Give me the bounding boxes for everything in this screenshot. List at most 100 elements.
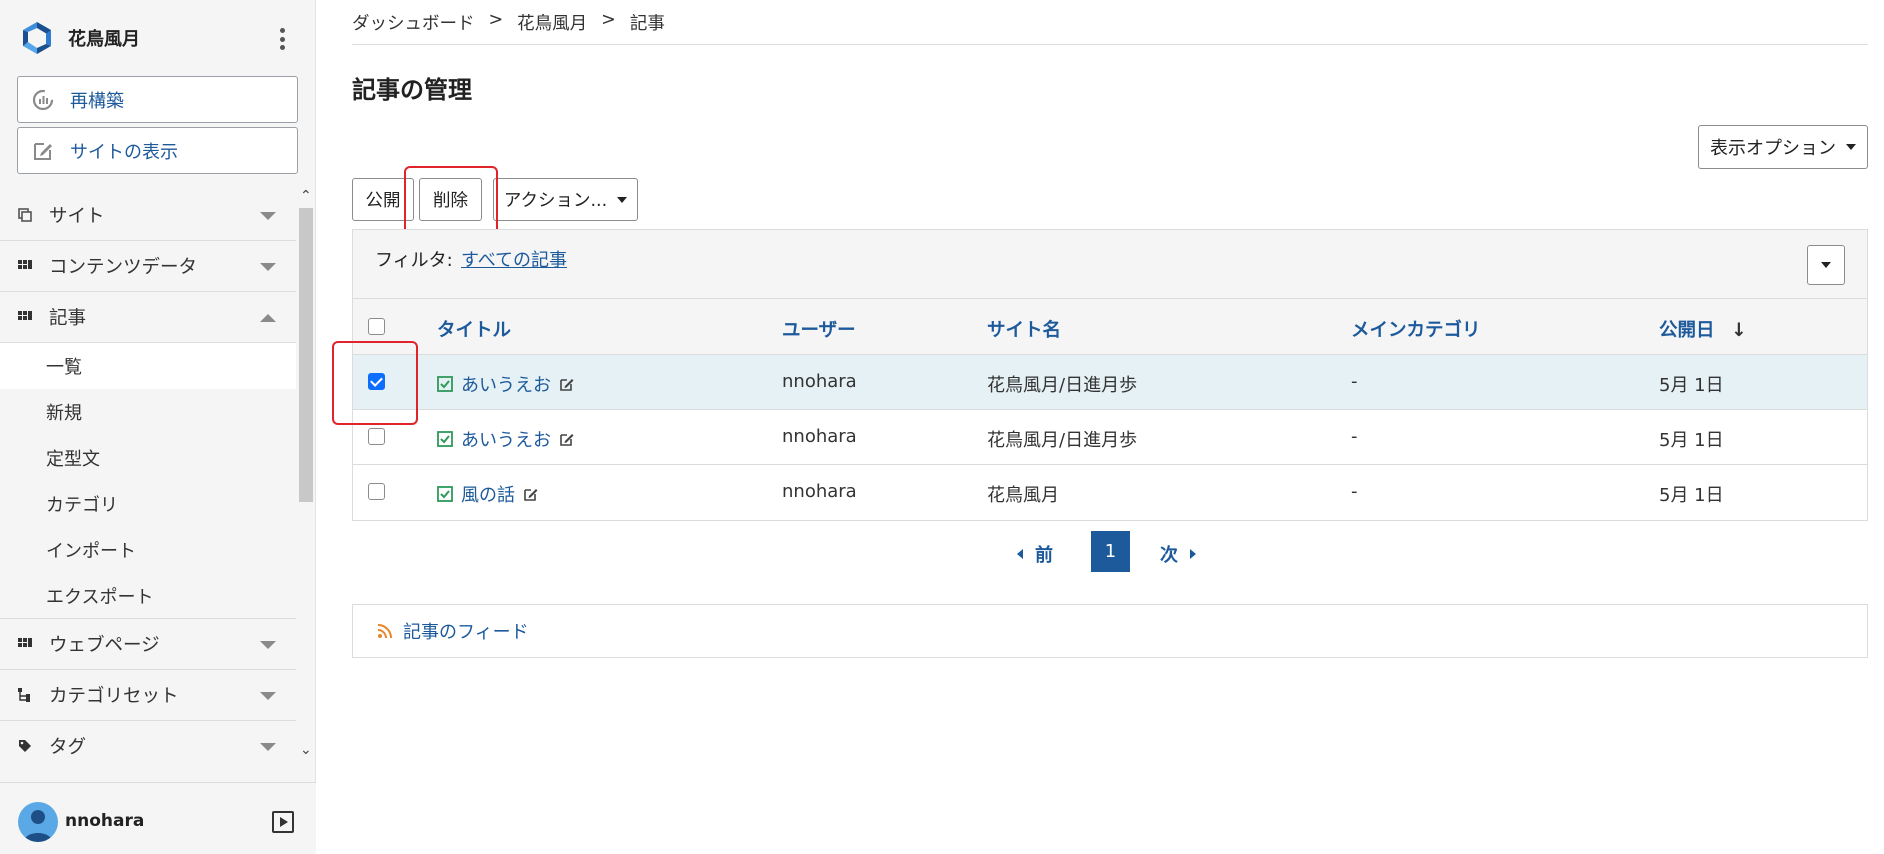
entry-category: - — [1351, 371, 1358, 392]
scroll-down-icon[interactable]: ⌄ — [300, 742, 312, 758]
entry-title: 風の話 — [461, 485, 515, 506]
chevron-down-icon — [260, 743, 276, 751]
scroll-up-icon[interactable]: ⌃ — [300, 188, 312, 204]
breadcrumb-separator: > — [488, 10, 504, 30]
more-actions-button[interactable]: アクション... — [493, 178, 638, 221]
sidebar-subitem-boilerplate[interactable]: 定型文 — [0, 435, 296, 481]
select-all-checkbox[interactable] — [368, 318, 385, 335]
rebuild-label: 再構築 — [70, 90, 124, 112]
table-row[interactable]: あいうえお nnohara 花鳥風月/日進月歩 - 5月 1日 — [353, 355, 1867, 410]
table-row[interactable]: あいうえお nnohara 花鳥風月/日進月歩 - 5月 1日 — [353, 410, 1867, 465]
sidebar-item-category-sets[interactable]: カテゴリセット — [0, 670, 296, 721]
sidebar-subitem-category[interactable]: カテゴリ — [0, 481, 296, 527]
filter-toggle-button[interactable] — [1807, 245, 1845, 285]
sidebar-item-content-data[interactable]: コンテンツデータ — [0, 241, 296, 292]
sidebar-subitem-list[interactable]: 一覧 — [0, 343, 296, 389]
current-page[interactable]: 1 — [1091, 531, 1130, 572]
sidebar-subitem-export[interactable]: エクスポート — [0, 573, 296, 619]
sidebar-subitem-import[interactable]: インポート — [0, 527, 296, 573]
annotation-highlight-checkbox — [332, 341, 418, 425]
content-data-icon — [18, 259, 32, 273]
brand[interactable]: 花鳥風月 — [18, 18, 298, 58]
webpages-icon — [18, 637, 32, 651]
tag-icon — [18, 739, 32, 753]
sidebar-subitem-new[interactable]: 新規 — [0, 389, 296, 435]
sidebar-item-entries[interactable]: 記事 — [0, 292, 296, 343]
edit-square-icon — [30, 138, 56, 164]
chevron-down-icon — [260, 692, 276, 700]
column-header-date-label: 公開日 — [1659, 320, 1715, 341]
view-site-label: サイトの表示 — [70, 141, 178, 163]
entries-icon — [18, 310, 32, 324]
scrollbar-thumb[interactable] — [299, 208, 313, 502]
sidebar-item-tags[interactable]: タグ — [0, 721, 296, 762]
user-name[interactable]: nnohara — [65, 811, 144, 831]
entry-site: 花鳥風月 — [987, 485, 1059, 506]
sort-arrow-icon: ↓ — [1730, 320, 1747, 341]
chevron-down-icon — [260, 263, 276, 271]
breadcrumb-current: 記事 — [629, 14, 665, 34]
entries-feed-link[interactable]: 記事のフィード — [403, 618, 529, 644]
breadcrumb-dashboard[interactable]: ダッシュボード — [352, 10, 475, 35]
rss-icon — [377, 624, 392, 639]
annotation-highlight-delete — [404, 166, 498, 238]
entry-category: - — [1351, 426, 1358, 447]
entries-panel: フィルタ: すべての記事 タイトル ユーザー サイト名 メインカテゴリ 公開日 … — [352, 229, 1868, 521]
sidebar-subitem-label: 定型文 — [46, 449, 100, 470]
caret-down-icon — [1821, 262, 1831, 268]
view-site-button[interactable]: サイトの表示 — [17, 127, 298, 174]
rebuild-button[interactable]: 再構築 — [17, 76, 298, 123]
entry-date: 5月 1日 — [1659, 485, 1724, 506]
entry-date: 5月 1日 — [1659, 375, 1724, 396]
kebab-menu-icon[interactable] — [278, 28, 286, 50]
row-checkbox[interactable] — [368, 483, 385, 500]
published-status-icon — [437, 431, 453, 447]
sidebar-subitem-label: 一覧 — [46, 357, 82, 378]
user-area: nnohara — [0, 782, 316, 854]
table-row[interactable]: 風の話 nnohara 花鳥風月 - 5月 1日 — [353, 465, 1867, 520]
sidebar-subitem-label: カテゴリ — [46, 495, 118, 516]
publish-label: 公開 — [365, 191, 401, 211]
entry-user: nnohara — [782, 371, 857, 392]
avatar[interactable] — [18, 802, 58, 842]
table-header: タイトル ユーザー サイト名 メインカテゴリ 公開日 ↓ — [353, 299, 1867, 355]
sidebar-item-label: カテゴリセット — [49, 686, 179, 707]
edit-icon[interactable] — [559, 376, 575, 392]
entry-title: あいうえお — [461, 430, 551, 451]
rebuild-icon — [30, 87, 56, 113]
edit-icon[interactable] — [523, 486, 539, 502]
site-icon — [18, 208, 32, 222]
breadcrumb-site[interactable]: 花鳥風月 — [517, 10, 587, 35]
row-checkbox[interactable] — [368, 428, 385, 445]
prev-page-link[interactable]: 前 — [1017, 541, 1053, 567]
filter-bar: フィルタ: すべての記事 — [353, 230, 1867, 299]
category-set-icon — [18, 688, 32, 702]
published-status-icon — [437, 376, 453, 392]
sidebar-menu: サイト コンテンツデータ 記事 一覧 新規 定型文 カテゴリ インポート エクス… — [0, 190, 296, 762]
column-header-date[interactable]: 公開日 ↓ — [1659, 316, 1746, 342]
column-header-site[interactable]: サイト名 — [987, 316, 1061, 342]
entry-title-link[interactable]: 風の話 — [437, 481, 539, 507]
sidebar-subitem-label: 新規 — [46, 403, 82, 424]
entry-date: 5月 1日 — [1659, 430, 1724, 451]
sidebar-item-label: コンテンツデータ — [49, 257, 198, 278]
entry-site: 花鳥風月/日進月歩 — [987, 430, 1138, 451]
display-options-button[interactable]: 表示オプション — [1698, 125, 1868, 169]
sidebar-item-site[interactable]: サイト — [0, 190, 296, 241]
entry-title-link[interactable]: あいうえお — [437, 371, 575, 397]
edit-icon[interactable] — [559, 431, 575, 447]
column-header-title[interactable]: タイトル — [437, 316, 511, 342]
entry-title-link[interactable]: あいうえお — [437, 426, 575, 452]
entry-title: あいうえお — [461, 375, 551, 396]
chevron-left-icon — [1017, 549, 1023, 559]
filter-link[interactable]: すべての記事 — [461, 246, 567, 272]
column-header-category[interactable]: メインカテゴリ — [1351, 316, 1481, 342]
next-page-link[interactable]: 次 — [1160, 541, 1196, 567]
caret-down-icon — [617, 196, 628, 203]
column-header-user[interactable]: ユーザー — [782, 316, 856, 342]
sidebar-scrollbar[interactable]: ⌃ ⌄ — [296, 188, 316, 762]
sidebar-item-webpages[interactable]: ウェブページ — [0, 619, 296, 670]
play-icon[interactable] — [272, 811, 294, 833]
sidebar-subitem-label: エクスポート — [46, 586, 154, 608]
main-content: ダッシュボード > 花鳥風月 > 記事 記事の管理 表示オプション 公開 削除 … — [332, 0, 1868, 854]
